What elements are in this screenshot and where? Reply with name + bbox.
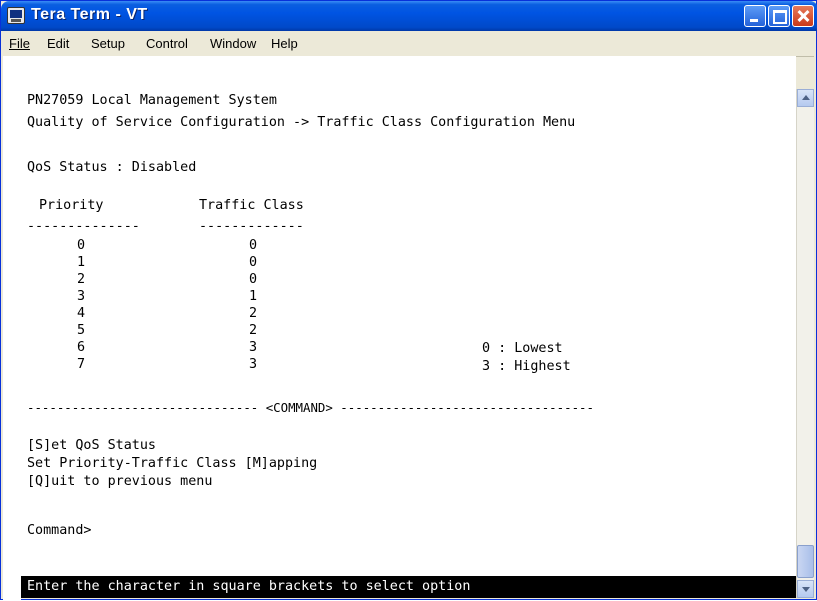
tera-term-app-icon[interactable]	[7, 7, 25, 24]
maximize-button[interactable]	[768, 5, 790, 27]
traffic-class-underline: -------------	[199, 219, 304, 234]
menu-help-label: Help	[271, 36, 298, 51]
menu-setup[interactable]: Setup	[91, 36, 125, 51]
system-name: PN27059 Local Management System	[27, 93, 277, 108]
terminal-screen[interactable]: PN27059 Local Management System Quality …	[21, 56, 796, 576]
legend-highest: 3 : Highest	[482, 359, 571, 374]
close-button[interactable]	[792, 5, 814, 27]
menu-edit[interactable]: Edit	[47, 36, 69, 51]
scroll-down-arrow-icon[interactable]	[797, 580, 814, 598]
option-set-mapping: Set Priority-Traffic Class [M]apping	[27, 456, 318, 471]
menu-window-label: Window	[210, 36, 257, 51]
title-bar[interactable]: Tera Term - VT	[1, 1, 817, 31]
scroll-thumb[interactable]	[797, 545, 814, 578]
option-quit: [Q]uit to previous menu	[27, 474, 213, 489]
menu-breadcrumb: Quality of Service Configuration -> Traf…	[27, 115, 576, 130]
menu-control-label: Control	[146, 36, 188, 51]
command-separator: ------------------------------- <COMMAND…	[27, 400, 594, 415]
traffic-class-cell: 2	[249, 306, 258, 321]
traffic-class-cell: 2	[249, 323, 258, 338]
menu-setup-label: Setup	[91, 36, 125, 51]
priority-underline: --------------	[27, 219, 140, 234]
traffic-class-cell: 0	[249, 255, 258, 270]
priority-cell: 2	[77, 272, 86, 287]
terminal-left-margin	[3, 56, 21, 601]
scroll-up-arrow-icon[interactable]	[797, 89, 814, 107]
traffic-class-cell: 3	[249, 340, 258, 355]
minimize-button[interactable]	[744, 5, 766, 27]
traffic-class-cell: 0	[249, 238, 258, 253]
option-set-qos-status: [S]et QoS Status	[27, 438, 156, 453]
priority-cell: 4	[77, 306, 86, 321]
priority-cell: 7	[77, 357, 86, 372]
menu-help[interactable]: Help	[271, 36, 298, 51]
legend-lowest: 0 : Lowest	[482, 341, 563, 356]
menu-window[interactable]: Window	[210, 36, 256, 51]
menu-bar: File Edit Setup Control Window Help	[3, 31, 814, 57]
menu-file[interactable]: File	[9, 36, 30, 51]
menu-control[interactable]: Control	[146, 36, 188, 51]
qos-status: QoS Status : Disabled	[27, 160, 197, 175]
priority-cell: 6	[77, 340, 86, 355]
vertical-scrollbar[interactable]	[796, 89, 814, 598]
status-line: Enter the character in square brackets t…	[21, 576, 808, 598]
priority-cell: 3	[77, 289, 86, 304]
terminal-window: Tera Term - VT File Edit Setup Control W…	[0, 0, 817, 601]
priority-cell: 5	[77, 323, 86, 338]
window-title: Tera Term - VT	[31, 6, 148, 23]
priority-cell: 0	[77, 238, 86, 253]
priority-cell: 1	[77, 255, 86, 270]
traffic-class-cell: 1	[249, 289, 258, 304]
command-prompt[interactable]: Command>	[27, 523, 92, 539]
menu-edit-label: Edit	[47, 36, 70, 51]
header-traffic-class: Traffic Class	[199, 198, 304, 213]
menu-file-label: File	[9, 36, 30, 51]
traffic-class-cell: 0	[249, 272, 258, 287]
traffic-class-cell: 3	[249, 357, 258, 372]
header-priority: Priority	[39, 198, 104, 213]
